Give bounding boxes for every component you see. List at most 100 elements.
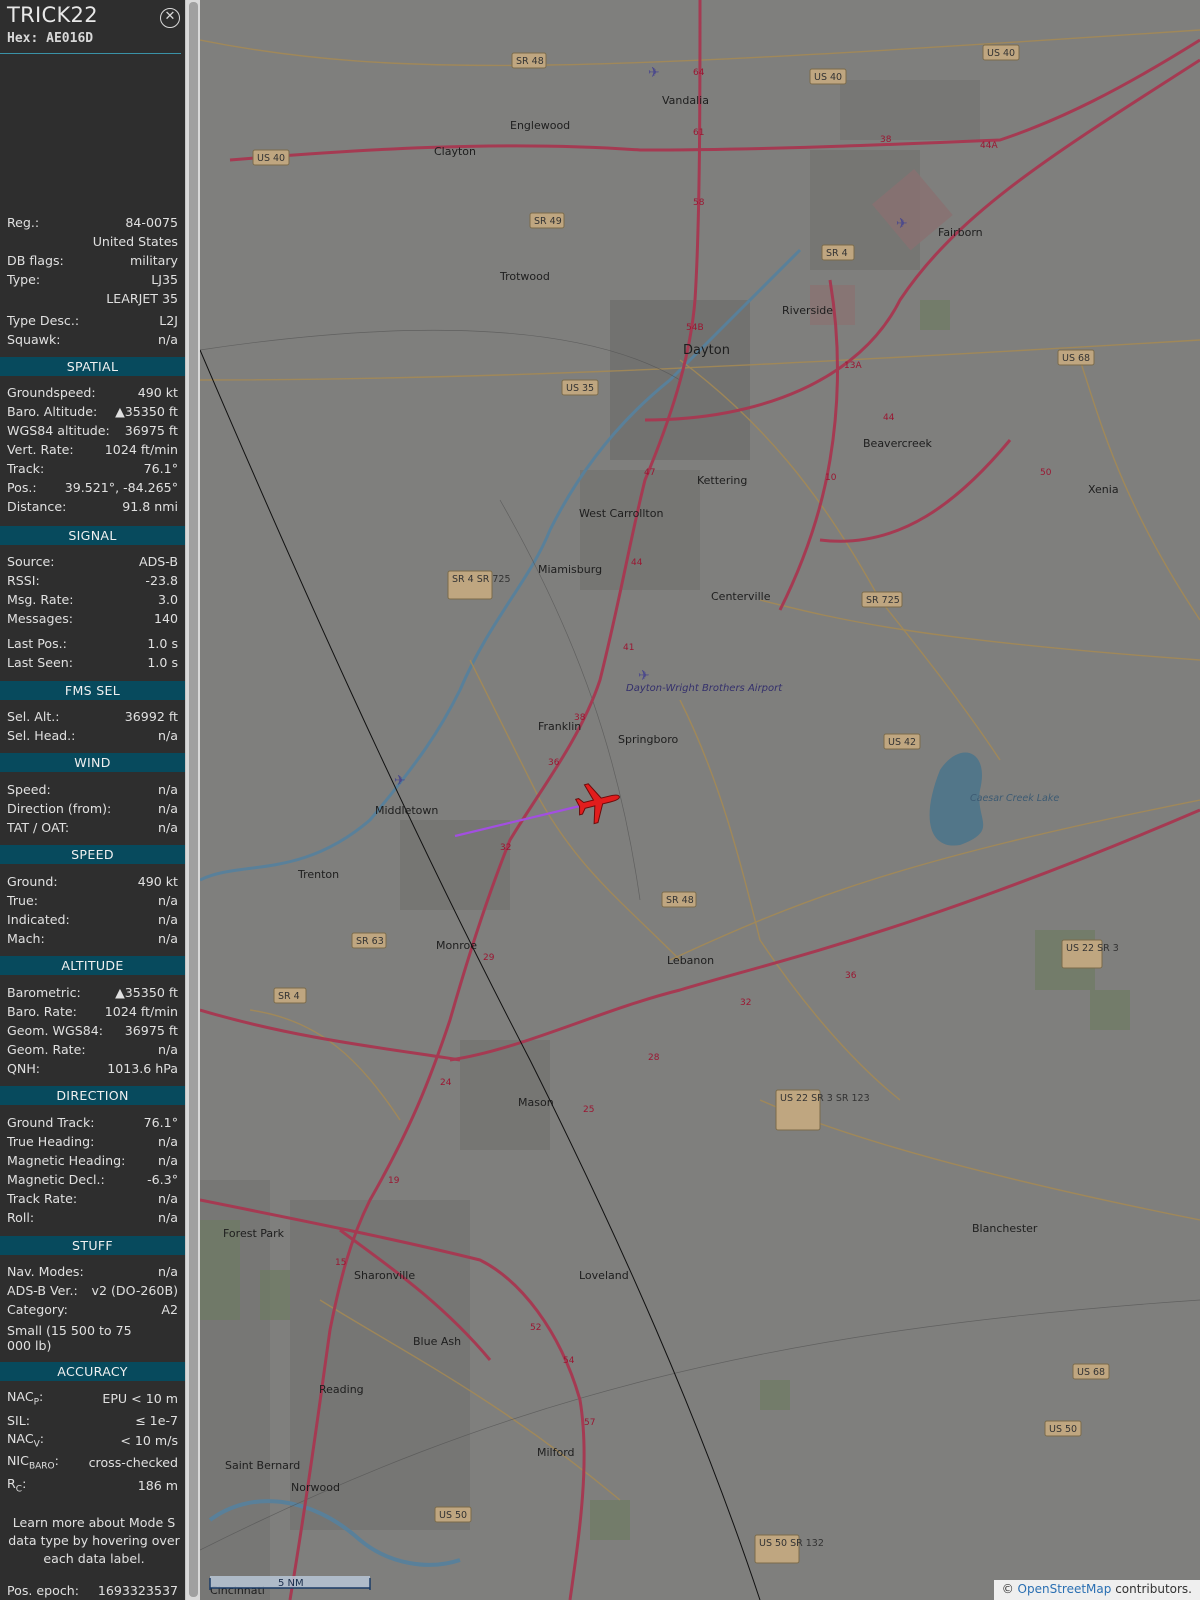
speed-row: Ground: 490 kt <box>7 872 178 891</box>
field-label[interactable]: Track Rate: <box>7 1191 77 1206</box>
field-value: 186 m <box>137 1478 178 1493</box>
field-label[interactable]: Sel. Head.: <box>7 728 75 743</box>
section-header-wind[interactable]: WIND <box>0 753 185 772</box>
close-icon[interactable]: ✕ <box>160 8 180 28</box>
section-header-fms[interactable]: FMS SEL <box>0 681 185 700</box>
info-label: Type Desc.: <box>7 313 80 328</box>
field-label[interactable]: True Heading: <box>7 1134 94 1149</box>
section-header-altitude[interactable]: ALTITUDE <box>0 956 185 975</box>
field-label[interactable]: ADS-B Ver.: <box>7 1283 78 1298</box>
field-value: ≤ 1e-7 <box>135 1413 178 1428</box>
info-value: United States <box>92 234 178 249</box>
svg-text:SR 48: SR 48 <box>516 56 544 67</box>
svg-text:US 22 SR 3 SR 123: US 22 SR 3 SR 123 <box>780 1093 870 1104</box>
fms-row: Sel. Alt.: 36992 ft <box>7 707 178 726</box>
field-label[interactable]: Ground: <box>7 874 58 889</box>
shield-sr49: SR 49 <box>529 212 565 229</box>
field-label[interactable]: Geom. Rate: <box>7 1042 86 1057</box>
town-label: Saint Bernard <box>225 1459 300 1472</box>
info-row-type-name: LEARJET 35 <box>7 289 178 308</box>
direction-row: Track Rate: n/a <box>7 1189 178 1208</box>
field-label[interactable]: Baro. Altitude: <box>7 404 97 419</box>
svg-text:57: 57 <box>584 1418 595 1428</box>
callsign: TRICK22 <box>7 3 98 27</box>
field-value: n/a <box>158 820 178 835</box>
field-label[interactable]: RSSI: <box>7 573 40 588</box>
field-value: n/a <box>158 912 178 927</box>
altitude-row: Baro. Rate: 1024 ft/min <box>7 1002 178 1021</box>
field-label[interactable]: True: <box>7 893 38 908</box>
field-label[interactable]: Indicated: <box>7 912 70 927</box>
field-label[interactable]: WGS84 altitude: <box>7 423 110 438</box>
section-header-direction[interactable]: DIRECTION <box>0 1086 185 1105</box>
nicbaro-label: NIC <box>7 1453 29 1469</box>
svg-text:44: 44 <box>631 558 643 568</box>
field-label[interactable]: Sel. Alt.: <box>7 709 60 724</box>
field-label[interactable]: NICBARO: <box>7 1453 59 1472</box>
svg-text:64: 64 <box>693 68 705 78</box>
spatial-row: Vert. Rate: 1024 ft/min <box>7 440 178 459</box>
field-label[interactable]: Magnetic Decl.: <box>7 1172 105 1187</box>
svg-text:SR 4: SR 4 <box>278 991 300 1002</box>
category-description: Small (15 500 to 75 000 lb) <box>7 1323 132 1353</box>
field-label[interactable]: Last Seen: <box>7 655 73 670</box>
map-canvas[interactable]: SR 48 US 40 US 40 US 40 SR 49 SR 4 US 35… <box>200 0 1200 1600</box>
svg-text:SR 4 SR 725: SR 4 SR 725 <box>452 574 511 585</box>
field-label[interactable]: Barometric: <box>7 985 81 1000</box>
field-label[interactable]: Messages: <box>7 611 73 626</box>
svg-text:47: 47 <box>644 468 655 478</box>
field-label[interactable]: Category: <box>7 1302 68 1317</box>
svg-text:15: 15 <box>335 1258 346 1268</box>
field-label[interactable]: Mach: <box>7 931 45 946</box>
section-header-spatial[interactable]: SPATIAL <box>0 357 185 376</box>
field-value: n/a <box>158 1134 178 1149</box>
section-header-accuracy[interactable]: ACCURACY <box>0 1362 185 1381</box>
field-label[interactable]: Baro. Rate: <box>7 1004 77 1019</box>
airport-icon: ✈ <box>394 773 406 789</box>
field-label[interactable]: NACP: <box>7 1389 43 1408</box>
town-label: Sharonville <box>354 1269 415 1282</box>
town-label: Blue Ash <box>413 1335 461 1348</box>
field-label[interactable]: Magnetic Heading: <box>7 1153 125 1168</box>
section-header-stuff[interactable]: STUFF <box>0 1236 185 1255</box>
field-label[interactable]: Source: <box>7 554 55 569</box>
accuracy-row-rc: RC: 186 m <box>7 1476 178 1495</box>
field-value: 490 kt <box>137 385 178 400</box>
field-label[interactable]: Pos. epoch: <box>7 1583 79 1598</box>
field-label[interactable]: Ground Track: <box>7 1115 95 1130</box>
field-label[interactable]: Last Pos.: <box>7 636 67 651</box>
field-label[interactable]: Speed: <box>7 782 51 797</box>
field-label[interactable]: Roll: <box>7 1210 34 1225</box>
town-label: Trotwood <box>499 270 550 283</box>
field-label[interactable]: Distance: <box>7 499 66 514</box>
title-divider <box>0 53 181 54</box>
field-label[interactable]: Geom. WGS84: <box>7 1023 103 1038</box>
field-label[interactable]: Groundspeed: <box>7 385 96 400</box>
field-value: 39.521°, -84.265° <box>64 480 178 495</box>
svg-text:US 40: US 40 <box>257 153 285 164</box>
field-label[interactable]: Direction (from): <box>7 801 111 816</box>
field-label[interactable]: Vert. Rate: <box>7 442 74 457</box>
field-label[interactable]: Msg. Rate: <box>7 592 74 607</box>
svg-text:44A: 44A <box>980 141 998 151</box>
field-label[interactable]: Pos.: <box>7 480 37 495</box>
field-label[interactable]: QNH: <box>7 1061 40 1076</box>
info-label: DB flags: <box>7 253 64 268</box>
learn-more-note: Learn more about Mode S data type by hov… <box>8 1515 180 1566</box>
scrollbar-thumb[interactable] <box>189 2 198 1597</box>
field-label[interactable]: RC: <box>7 1476 26 1495</box>
section-header-speed[interactable]: SPEED <box>0 845 185 864</box>
field-label[interactable]: Track: <box>7 461 44 476</box>
field-label[interactable]: NACV: <box>7 1431 44 1450</box>
sidebar-scrollbar[interactable] <box>185 0 200 1600</box>
svg-text:US 40: US 40 <box>987 48 1015 59</box>
map-view[interactable]: SR 48 US 40 US 40 US 40 SR 49 SR 4 US 35… <box>200 0 1200 1600</box>
section-header-signal[interactable]: SIGNAL <box>0 526 185 545</box>
town-label: Englewood <box>510 119 570 132</box>
svg-text:41: 41 <box>623 643 634 653</box>
field-label[interactable]: TAT / OAT: <box>7 820 69 835</box>
shield-us35: US 35 <box>561 379 599 396</box>
osm-link[interactable]: OpenStreetMap <box>1018 1582 1112 1596</box>
field-label[interactable]: Nav. Modes: <box>7 1264 84 1279</box>
field-label[interactable]: SIL: <box>7 1413 30 1428</box>
